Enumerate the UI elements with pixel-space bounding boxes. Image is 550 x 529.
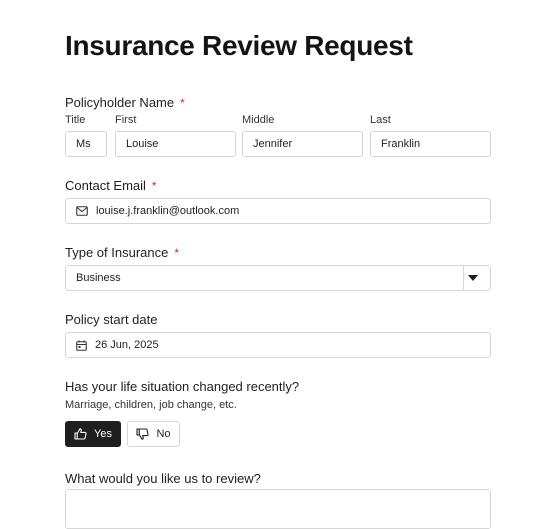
select-toggle[interactable] [463, 266, 490, 290]
last-name-input[interactable]: Franklin [370, 131, 491, 157]
calendar-icon [76, 340, 87, 351]
contact-email-input[interactable]: louise.j.franklin@outlook.com [65, 198, 491, 224]
life-change-hint: Marriage, children, job change, etc. [65, 399, 237, 411]
review-question: What would you like us to review? [65, 471, 261, 486]
first-name-sublabel: First [115, 114, 137, 126]
no-button-label: No [156, 428, 171, 440]
first-name-input-value: Louise [126, 138, 159, 150]
review-textarea[interactable] [65, 489, 491, 529]
yes-button[interactable]: Yes [65, 421, 121, 447]
required-marker: * [151, 179, 157, 193]
policyholder-name-label: Policyholder Name * [65, 95, 185, 110]
policyholder-name-label-text: Policyholder Name [65, 95, 175, 110]
title-input[interactable]: Ms [65, 131, 107, 157]
middle-name-input-value: Jennifer [253, 138, 293, 150]
insurance-type-select[interactable]: Business [65, 265, 491, 291]
title-sublabel: Title [65, 114, 86, 126]
policy-start-date-input[interactable]: 26 Jun, 2025 [65, 332, 491, 358]
no-button[interactable]: No [127, 421, 180, 447]
insurance-type-selected-value: Business [76, 272, 121, 284]
thumbs-down-icon [136, 428, 150, 440]
required-marker: * [174, 246, 180, 260]
life-change-question: Has your life situation changed recently… [65, 379, 300, 394]
policy-start-date-label: Policy start date [65, 312, 158, 327]
title-input-value: Ms [76, 138, 91, 150]
contact-email-label: Contact Email * [65, 178, 157, 193]
required-marker: * [180, 96, 185, 110]
middle-name-input[interactable]: Jennifer [242, 131, 363, 157]
last-name-input-value: Franklin [381, 138, 421, 150]
policy-start-date-value: 26 Jun, 2025 [95, 339, 159, 351]
insurance-type-label-text: Type of Insurance [65, 245, 169, 260]
last-name-sublabel: Last [370, 114, 391, 126]
insurance-type-label: Type of Insurance * [65, 245, 179, 260]
thumbs-up-icon [74, 428, 87, 440]
caret-down-icon [468, 275, 478, 281]
contact-email-label-text: Contact Email [65, 178, 146, 193]
middle-name-sublabel: Middle [242, 114, 275, 126]
yes-button-label: Yes [94, 428, 112, 440]
mail-icon [76, 206, 88, 216]
page-title: Insurance Review Request [65, 30, 413, 61]
first-name-input[interactable]: Louise [115, 131, 236, 157]
contact-email-value: louise.j.franklin@outlook.com [96, 205, 240, 217]
